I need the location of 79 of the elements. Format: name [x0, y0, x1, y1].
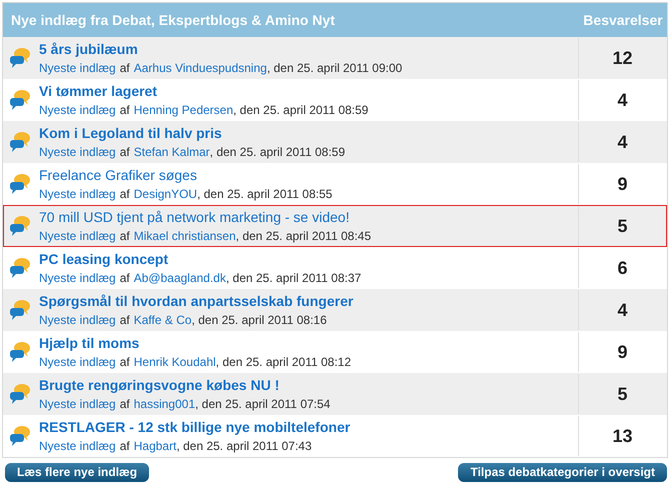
by-text: af [120, 229, 130, 243]
chat-bubbles-icon [9, 131, 31, 153]
post-date: , den 25. april 2011 08:59 [210, 145, 345, 159]
reply-count: 13 [612, 424, 633, 448]
author-link[interactable]: Henrik Koudahl [134, 355, 216, 369]
author-link[interactable]: hassing001 [134, 397, 196, 411]
customize-button[interactable]: Tilpas debatkategorier i oversigt [458, 463, 667, 482]
latest-post-link[interactable]: Nyeste indlæg [39, 187, 116, 201]
author-link[interactable]: Hagbart [134, 439, 176, 453]
topic-row[interactable]: Brugte rengøringsvogne købes NU ! Nyeste indlæg af hassing001, den 25. april 2011 07:54 5 [3, 373, 667, 415]
reply-count: 4 [617, 298, 628, 322]
by-text: af [120, 313, 130, 327]
topic-link[interactable]: Brugte rengøringsvogne købes NU ! [39, 377, 330, 394]
author-link[interactable]: Ab@baagland.dk [134, 271, 226, 285]
latest-post-link[interactable]: Nyeste indlæg [39, 229, 116, 243]
post-date: , den 25. april 2011 07:43 [176, 439, 312, 453]
topic-row[interactable]: Kom i Legoland til halv pris Nyeste indlæg af Stefan Kalmar, den 25. april 2011 08:59 4 [3, 121, 667, 163]
chat-bubbles-icon [9, 383, 31, 405]
latest-post-link[interactable]: Nyeste indlæg [39, 271, 116, 285]
author-link[interactable]: Mikael christiansen [134, 229, 236, 243]
topic-link[interactable]: RESTLAGER - 12 stk billige nye mobiltelefoner [39, 419, 350, 436]
reply-count: 6 [617, 256, 628, 280]
post-date: , den 25. april 2011 07:54 [195, 397, 330, 411]
topic-link[interactable]: PC leasing koncept [39, 251, 362, 268]
read-more-button[interactable]: Læs flere nye indlæg [5, 463, 150, 482]
reply-count: 9 [617, 340, 628, 364]
topic-row[interactable]: 5 års jubilæum Nyeste indlæg af Aarhus Vinduespudsning, den 25. april 2011 09:00 12 [3, 37, 667, 79]
post-date: , den 25. april 2011 08:12 [216, 355, 352, 369]
topic-link[interactable]: Vi tømmer lageret [39, 83, 368, 100]
latest-post-link[interactable]: Nyeste indlæg [39, 355, 116, 369]
chat-bubbles-icon [9, 299, 31, 321]
reply-count: 9 [617, 172, 628, 196]
author-link[interactable]: Aarhus Vinduespudsning [134, 61, 267, 75]
by-text: af [120, 145, 130, 159]
topic-row[interactable]: Spørgsmål til hvordan anpartsselskab fungerer Nyeste indlæg af Kaffe & Co, den 25. april 2011 08:16 4 [3, 289, 667, 331]
reply-count: 5 [617, 214, 628, 238]
chat-bubbles-icon [9, 341, 31, 363]
post-date: , den 25. april 2011 08:45 [236, 229, 371, 243]
post-date: , den 25. april 2011 08:59 [233, 103, 368, 117]
chat-bubbles-icon [9, 173, 31, 195]
post-date: , den 25. april 2011 09:00 [266, 61, 402, 75]
author-link[interactable]: DesignYOU [134, 187, 198, 201]
latest-post-link[interactable]: Nyeste indlæg [39, 61, 116, 75]
topic-link[interactable]: Kom i Legoland til halv pris [39, 125, 345, 142]
topic-row[interactable]: 70 mill USD tjent på network marketing - se video! Nyeste indlæg af Mikael christiansen, den 25. april 2011 08:45 5 [3, 205, 667, 247]
chat-bubbles-icon [9, 257, 31, 279]
reply-count: 4 [617, 130, 628, 154]
by-text: af [120, 61, 130, 75]
topic-link[interactable]: 5 års jubilæum [39, 41, 402, 58]
by-text: af [120, 397, 130, 411]
column-heading: Besvarelser [582, 10, 664, 30]
reply-count: 4 [617, 88, 628, 112]
topic-link[interactable]: Freelance Grafiker søges [39, 167, 332, 184]
latest-post-link[interactable]: Nyeste indlæg [39, 103, 116, 117]
by-text: af [120, 439, 130, 453]
topic-link[interactable]: 70 mill USD tjent på network marketing - se video! [39, 209, 371, 226]
header-title: Nye indlæg fra Debat, Ekspertblogs & Amino Nyt [10, 10, 336, 30]
reply-count: 5 [617, 382, 628, 406]
chat-bubbles-icon [9, 47, 31, 69]
topic-link[interactable]: Spørgsmål til hvordan anpartsselskab fungerer [39, 293, 354, 310]
latest-post-link[interactable]: Nyeste indlæg [39, 397, 116, 411]
post-date: , den 25. april 2011 08:37 [226, 271, 362, 285]
by-text: af [120, 103, 130, 117]
author-link[interactable]: Kaffe & Co [134, 313, 192, 327]
author-link[interactable]: Henning Pedersen [134, 103, 234, 117]
latest-post-link[interactable]: Nyeste indlæg [39, 145, 116, 159]
chat-bubbles-icon [9, 89, 31, 111]
by-text: af [120, 271, 130, 285]
by-text: af [120, 187, 130, 201]
chat-bubbles-icon [9, 215, 31, 237]
latest-post-link[interactable]: Nyeste indlæg [39, 439, 116, 453]
post-date: , den 25. april 2011 08:16 [192, 313, 327, 327]
by-text: af [120, 355, 130, 369]
reply-count: 12 [612, 46, 633, 70]
topic-link[interactable]: Hjælp til moms [39, 335, 352, 352]
latest-post-link[interactable]: Nyeste indlæg [39, 313, 116, 327]
chat-bubbles-icon [9, 425, 31, 447]
author-link[interactable]: Stefan Kalmar [134, 145, 210, 159]
post-date: , den 25. april 2011 08:55 [197, 187, 332, 201]
